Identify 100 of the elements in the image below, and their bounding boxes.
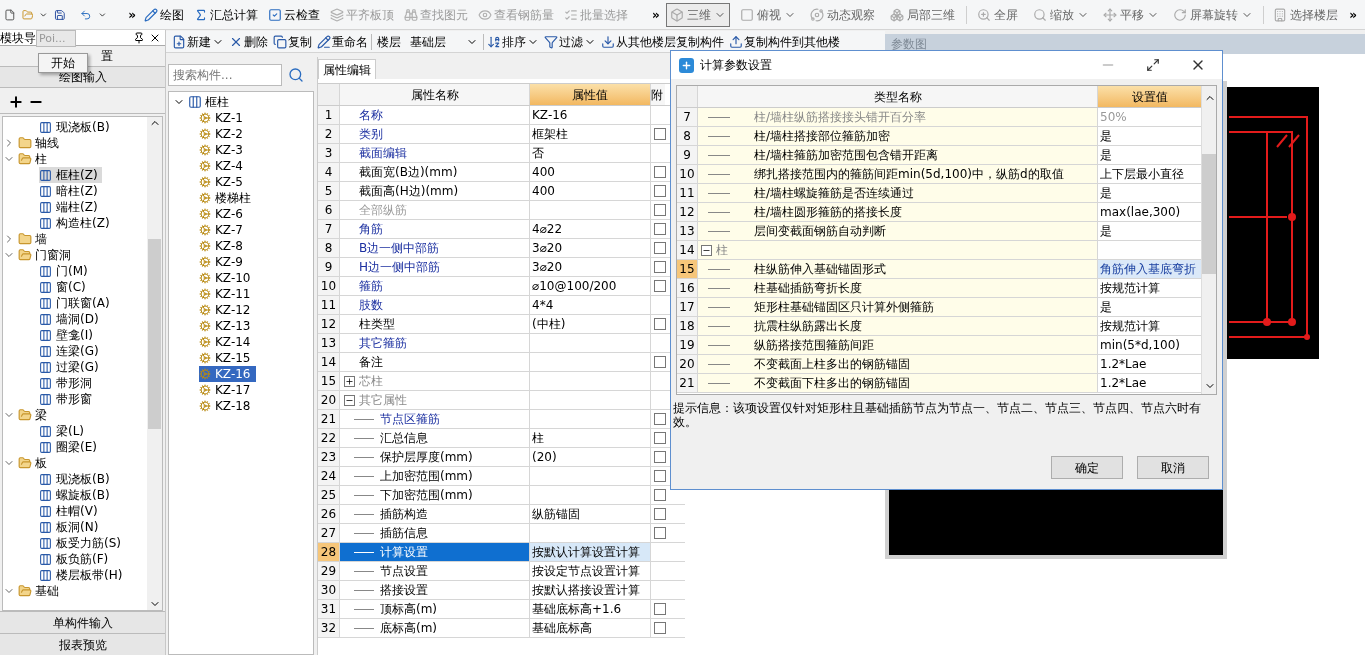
property-name[interactable]: 保护层厚度(mm) bbox=[340, 448, 530, 466]
menu-item[interactable]: 开始 bbox=[38, 53, 88, 73]
setting-name[interactable]: 纵筋搭接范围箍筋间距 bbox=[698, 336, 1098, 354]
property-name[interactable]: 其它箍筋 bbox=[340, 334, 530, 352]
overflow-mark[interactable]: » bbox=[652, 5, 660, 24]
tree-item[interactable]: 现浇板(B) bbox=[39, 119, 114, 135]
checkbox[interactable] bbox=[654, 413, 666, 425]
pin-icon[interactable] bbox=[133, 31, 145, 44]
toolbar-button[interactable]: 云检查 bbox=[266, 3, 323, 26]
tree-item[interactable]: KZ-1 bbox=[199, 110, 249, 126]
property-name[interactable]: 类别 bbox=[340, 125, 530, 143]
property-value[interactable]: KZ-16 bbox=[532, 106, 568, 124]
dialog-button[interactable]: 确定 bbox=[1051, 456, 1123, 479]
property-value[interactable]: 纵筋锚固 bbox=[532, 505, 580, 523]
property-value[interactable]: (20) bbox=[532, 448, 557, 466]
property-name[interactable]: 芯柱 bbox=[340, 372, 530, 390]
view-button[interactable]: 全屏 bbox=[972, 2, 1023, 27]
property-value[interactable]: 4*4 bbox=[532, 296, 554, 314]
tree-item[interactable]: KZ-2 bbox=[199, 126, 249, 142]
setting-value[interactable]: 1.2*Lae bbox=[1100, 374, 1147, 392]
view-button[interactable]: 选择楼层 bbox=[1269, 2, 1344, 27]
property-value[interactable]: 框架柱 bbox=[532, 125, 568, 143]
setting-name[interactable]: 柱/墙柱圆形箍筋的搭接长度 bbox=[698, 203, 1098, 221]
toolbar-button[interactable]: 删除 bbox=[227, 31, 270, 52]
checkbox[interactable] bbox=[654, 318, 666, 330]
property-name[interactable]: 截面编辑 bbox=[340, 144, 530, 162]
property-name[interactable]: 名称 bbox=[340, 106, 530, 124]
tree-item[interactable]: KZ-17 bbox=[199, 382, 257, 398]
toolbar-button[interactable]: 新建 bbox=[170, 31, 226, 52]
property-value[interactable]: 400 bbox=[532, 163, 555, 181]
toolbar-button[interactable]: 过滤 bbox=[542, 31, 598, 52]
checkbox[interactable] bbox=[654, 223, 666, 235]
checkbox[interactable] bbox=[654, 242, 666, 254]
view-button[interactable]: 三维 bbox=[665, 2, 730, 27]
setting-name[interactable]: 柱 bbox=[698, 241, 1098, 259]
tree-folder[interactable]: 框柱 bbox=[169, 94, 229, 110]
tree-item[interactable]: 板洞(N) bbox=[39, 519, 103, 535]
tree-folder[interactable]: 柱 bbox=[3, 151, 47, 167]
checkbox[interactable] bbox=[654, 185, 666, 197]
setting-value[interactable]: 上下层最小直径 bbox=[1100, 165, 1184, 183]
property-value[interactable]: 基础底标高+1.6 bbox=[532, 600, 622, 618]
tree-item[interactable]: 端柱(Z) bbox=[39, 199, 102, 215]
tree-item[interactable]: 带形窗 bbox=[39, 391, 96, 407]
tree-folder[interactable]: 墙 bbox=[3, 231, 47, 247]
view-button[interactable]: 俯视 bbox=[735, 2, 800, 27]
tree-item[interactable]: KZ-9 bbox=[199, 254, 249, 270]
property-value[interactable]: 400 bbox=[532, 182, 555, 200]
checkbox[interactable] bbox=[654, 489, 666, 501]
view-button[interactable]: 屏幕旋转 bbox=[1168, 2, 1257, 27]
property-value[interactable]: 3⌀20 bbox=[532, 239, 563, 257]
property-name[interactable]: 下加密范围(mm) bbox=[340, 486, 530, 504]
toolbar-button[interactable]: 排序 bbox=[485, 31, 541, 52]
property-name[interactable]: 上加密范围(mm) bbox=[340, 467, 530, 485]
tree-item[interactable]: KZ-5 bbox=[199, 174, 249, 190]
scroll-thumb[interactable] bbox=[1202, 154, 1216, 274]
toolbar-button[interactable]: 复制 bbox=[271, 31, 314, 52]
checkbox[interactable] bbox=[654, 356, 666, 368]
property-value[interactable]: ⌀10@100/200 bbox=[532, 277, 617, 295]
tree-item[interactable]: 圈梁(E) bbox=[39, 439, 101, 455]
setting-name[interactable]: 矩形柱基础锚固区只计算外侧箍筋 bbox=[698, 298, 1098, 316]
tree-item[interactable]: 带形洞 bbox=[39, 375, 96, 391]
tree-item[interactable]: KZ-13 bbox=[199, 318, 257, 334]
scroll-thumb[interactable] bbox=[148, 239, 161, 429]
property-name[interactable]: 截面高(H边)(mm) bbox=[340, 182, 530, 200]
tree-folder[interactable]: 门窗洞 bbox=[3, 247, 71, 263]
tree-item[interactable]: KZ-10 bbox=[199, 270, 257, 286]
tree-item[interactable]: 框柱(Z) bbox=[39, 167, 102, 183]
property-name[interactable]: 节点区箍筋 bbox=[340, 410, 530, 428]
section-button[interactable]: 报表预览 bbox=[0, 633, 165, 655]
tree-item[interactable]: 楼梯柱 bbox=[199, 190, 257, 206]
tree-item[interactable]: KZ-12 bbox=[199, 302, 257, 318]
toolbar-button[interactable]: 从其他楼层复制构件 bbox=[599, 31, 726, 52]
property-name[interactable]: 柱类型 bbox=[340, 315, 530, 333]
checkbox[interactable] bbox=[654, 261, 666, 273]
tree-item[interactable]: 螺旋板(B) bbox=[39, 487, 114, 503]
checkbox[interactable] bbox=[654, 622, 666, 634]
setting-name[interactable]: 柱/墙柱螺旋箍筋是否连续通过 bbox=[698, 184, 1098, 202]
property-value[interactable]: 4⌀22 bbox=[532, 220, 563, 238]
tree-folder[interactable]: 轴线 bbox=[3, 135, 59, 151]
tree-folder[interactable]: 基础 bbox=[3, 583, 59, 599]
tree-item[interactable]: KZ-6 bbox=[199, 206, 249, 222]
setting-value[interactable]: 按规范计算 bbox=[1100, 279, 1160, 297]
property-value[interactable]: 柱 bbox=[532, 429, 544, 447]
tree-item[interactable]: 构造柱(Z) bbox=[39, 215, 114, 231]
setting-name[interactable]: 柱基础插筋弯折长度 bbox=[698, 279, 1098, 297]
property-name[interactable]: 截面宽(B边)(mm) bbox=[340, 163, 530, 181]
view-button[interactable]: 局部三维 bbox=[885, 2, 960, 27]
tree-item[interactable]: 过梁(G) bbox=[39, 359, 103, 375]
view-button[interactable]: 平移 bbox=[1098, 2, 1163, 27]
tree-item[interactable]: 暗柱(Z) bbox=[39, 183, 102, 199]
property-name[interactable]: 箍筋 bbox=[340, 277, 530, 295]
collapse-icon[interactable] bbox=[344, 394, 355, 406]
checkbox[interactable] bbox=[654, 166, 666, 178]
checkbox[interactable] bbox=[654, 470, 666, 482]
setting-name[interactable]: 柱/墙柱箍筋加密范围包含错开距离 bbox=[698, 146, 1098, 164]
property-value[interactable]: 基础底标高 bbox=[532, 619, 592, 637]
setting-name[interactable]: 柱纵筋伸入基础锚固形式 bbox=[698, 260, 1098, 278]
setting-value[interactable]: min(5*d,100) bbox=[1100, 336, 1180, 354]
property-name[interactable]: 肢数 bbox=[340, 296, 530, 314]
property-value[interactable]: 否 bbox=[532, 144, 544, 162]
